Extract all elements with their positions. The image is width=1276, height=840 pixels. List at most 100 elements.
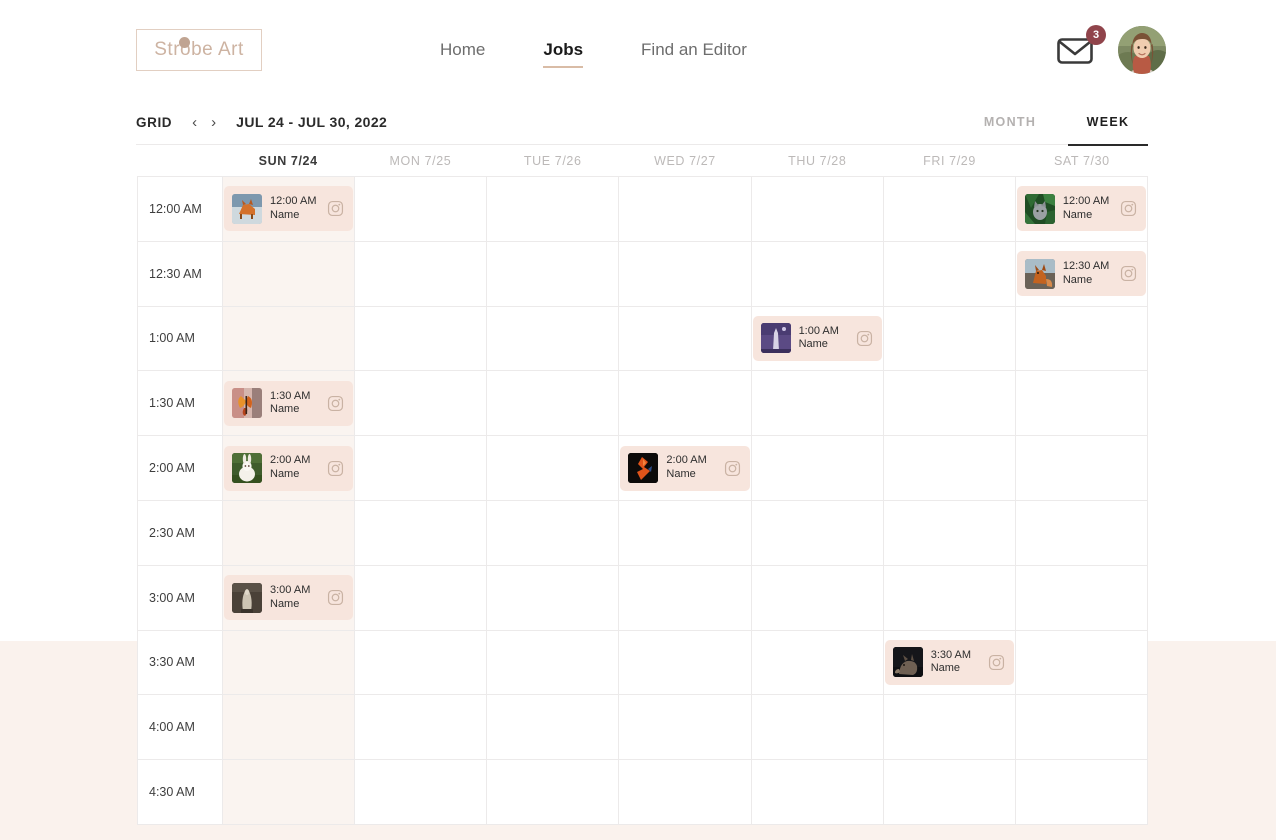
calendar-cell-thu-5[interactable] — [751, 500, 884, 566]
calendar-cell-mon-0[interactable] — [355, 177, 488, 242]
calendar-cell-thu-6[interactable] — [751, 565, 884, 631]
instagram-icon-button[interactable] — [327, 460, 344, 477]
calendar-cell-sat-1[interactable]: 12:30 AM Name — [1015, 241, 1148, 307]
calendar-cell-fri-8[interactable] — [883, 695, 1016, 761]
calendar-cell-fri-7[interactable]: 3:30 AM Name — [883, 630, 1016, 696]
calendar-cell-sun-3[interactable]: 1:30 AM Name — [223, 371, 356, 437]
instagram-icon-button[interactable] — [1120, 265, 1137, 282]
calendar-cell-fri-5[interactable] — [883, 500, 1016, 566]
calendar-cell-sun-7[interactable] — [223, 630, 356, 696]
instagram-icon-button[interactable] — [327, 395, 344, 412]
calendar-cell-sun-2[interactable] — [223, 306, 356, 372]
calendar-cell-mon-4[interactable] — [355, 436, 488, 501]
event-card[interactable]: 1:30 AM Name — [224, 380, 354, 426]
calendar-cell-thu-7[interactable] — [751, 630, 884, 696]
instagram-icon-button[interactable] — [724, 460, 741, 477]
dayhead-fri[interactable]: FRI 7/29 — [883, 154, 1015, 168]
nav-item-find-an-editor[interactable]: Find an Editor — [641, 40, 747, 68]
calendar-cell-sat-5[interactable] — [1015, 500, 1148, 566]
tab-week[interactable]: WEEK — [1068, 100, 1148, 146]
event-card[interactable]: 12:00 AM Name — [1016, 186, 1146, 232]
calendar-cell-wed-3[interactable] — [619, 371, 752, 437]
calendar-cell-sat-8[interactable] — [1015, 695, 1148, 761]
calendar-cell-thu-9[interactable] — [751, 760, 884, 825]
calendar-cell-mon-2[interactable] — [355, 306, 488, 372]
calendar-cell-sat-0[interactable]: 12:00 AM Name — [1015, 177, 1148, 242]
calendar-cell-thu-2[interactable]: 1:00 AM Name — [751, 306, 884, 372]
calendar-cell-thu-1[interactable] — [751, 241, 884, 307]
calendar-cell-tue-7[interactable] — [487, 630, 620, 696]
calendar-cell-sun-6[interactable]: 3:00 AM Name — [223, 565, 356, 631]
calendar-cell-sun-9[interactable] — [223, 760, 356, 825]
dayhead-mon[interactable]: MON 7/25 — [354, 154, 486, 168]
calendar-cell-wed-0[interactable] — [619, 177, 752, 242]
instagram-icon-button[interactable] — [856, 330, 873, 347]
calendar-cell-tue-4[interactable] — [487, 436, 620, 501]
calendar-cell-tue-0[interactable] — [487, 177, 620, 242]
brand-logo[interactable]: Strobe Art — [136, 29, 262, 71]
calendar-cell-mon-7[interactable] — [355, 630, 488, 696]
calendar-cell-tue-3[interactable] — [487, 371, 620, 437]
calendar-cell-mon-1[interactable] — [355, 241, 488, 307]
calendar-cell-sat-4[interactable] — [1015, 436, 1148, 501]
calendar-cell-wed-2[interactable] — [619, 306, 752, 372]
event-card[interactable]: 2:00 AM Name — [620, 445, 750, 491]
tab-month[interactable]: MONTH — [970, 100, 1050, 145]
dayhead-sat[interactable]: SAT 7/30 — [1016, 154, 1148, 168]
dayhead-tue[interactable]: TUE 7/26 — [487, 154, 619, 168]
calendar-cell-sat-9[interactable] — [1015, 760, 1148, 825]
calendar-cell-mon-3[interactable] — [355, 371, 488, 437]
calendar-cell-thu-3[interactable] — [751, 371, 884, 437]
calendar-cell-fri-9[interactable] — [883, 760, 1016, 825]
event-card[interactable]: 2:00 AM Name — [224, 445, 354, 491]
calendar-cell-mon-9[interactable] — [355, 760, 488, 825]
event-card[interactable]: 12:30 AM Name — [1016, 251, 1146, 297]
calendar-cell-sat-6[interactable] — [1015, 565, 1148, 631]
calendar-cell-tue-8[interactable] — [487, 695, 620, 761]
calendar-cell-wed-1[interactable] — [619, 241, 752, 307]
dayhead-sun[interactable]: SUN 7/24 — [222, 154, 354, 168]
instagram-icon-button[interactable] — [1120, 200, 1137, 217]
instagram-icon-button[interactable] — [327, 589, 344, 606]
calendar-cell-sat-2[interactable] — [1015, 306, 1148, 372]
calendar-cell-fri-4[interactable] — [883, 436, 1016, 501]
calendar-cell-sun-4[interactable]: 2:00 AM Name — [223, 436, 356, 501]
event-card[interactable]: 12:00 AM Name — [224, 186, 354, 232]
calendar-cell-mon-5[interactable] — [355, 500, 488, 566]
calendar-cell-wed-8[interactable] — [619, 695, 752, 761]
calendar-cell-thu-8[interactable] — [751, 695, 884, 761]
calendar-cell-fri-2[interactable] — [883, 306, 1016, 372]
calendar-cell-fri-0[interactable] — [883, 177, 1016, 242]
next-week-button[interactable]: › — [205, 112, 222, 132]
calendar-cell-mon-6[interactable] — [355, 565, 488, 631]
calendar-cell-wed-7[interactable] — [619, 630, 752, 696]
calendar-cell-sat-7[interactable] — [1015, 630, 1148, 696]
event-card[interactable]: 3:00 AM Name — [224, 575, 354, 621]
event-card[interactable]: 3:30 AM Name — [884, 639, 1014, 685]
calendar-cell-sun-0[interactable]: 12:00 AM Name — [223, 177, 356, 242]
nav-item-home[interactable]: Home — [440, 40, 485, 68]
instagram-icon-button[interactable] — [988, 654, 1005, 671]
calendar-cell-thu-0[interactable] — [751, 177, 884, 242]
calendar-cell-sun-5[interactable] — [223, 500, 356, 566]
calendar-cell-wed-9[interactable] — [619, 760, 752, 825]
calendar-cell-wed-4[interactable]: 2:00 AM Name — [619, 436, 752, 501]
calendar-cell-fri-3[interactable] — [883, 371, 1016, 437]
messages-button[interactable]: 3 — [1056, 25, 1106, 67]
calendar-cell-sun-1[interactable] — [223, 241, 356, 307]
prev-week-button[interactable]: ‹ — [186, 112, 203, 132]
calendar-cell-sun-8[interactable] — [223, 695, 356, 761]
calendar-cell-fri-1[interactable] — [883, 241, 1016, 307]
calendar-cell-fri-6[interactable] — [883, 565, 1016, 631]
avatar[interactable] — [1118, 26, 1166, 74]
calendar-cell-wed-5[interactable] — [619, 500, 752, 566]
nav-item-jobs[interactable]: Jobs — [543, 40, 583, 68]
calendar-cell-tue-5[interactable] — [487, 500, 620, 566]
calendar-cell-tue-9[interactable] — [487, 760, 620, 825]
calendar-cell-sat-3[interactable] — [1015, 371, 1148, 437]
calendar-cell-tue-1[interactable] — [487, 241, 620, 307]
dayhead-wed[interactable]: WED 7/27 — [619, 154, 751, 168]
instagram-icon-button[interactable] — [327, 200, 344, 217]
calendar-cell-mon-8[interactable] — [355, 695, 488, 761]
calendar-cell-tue-2[interactable] — [487, 306, 620, 372]
